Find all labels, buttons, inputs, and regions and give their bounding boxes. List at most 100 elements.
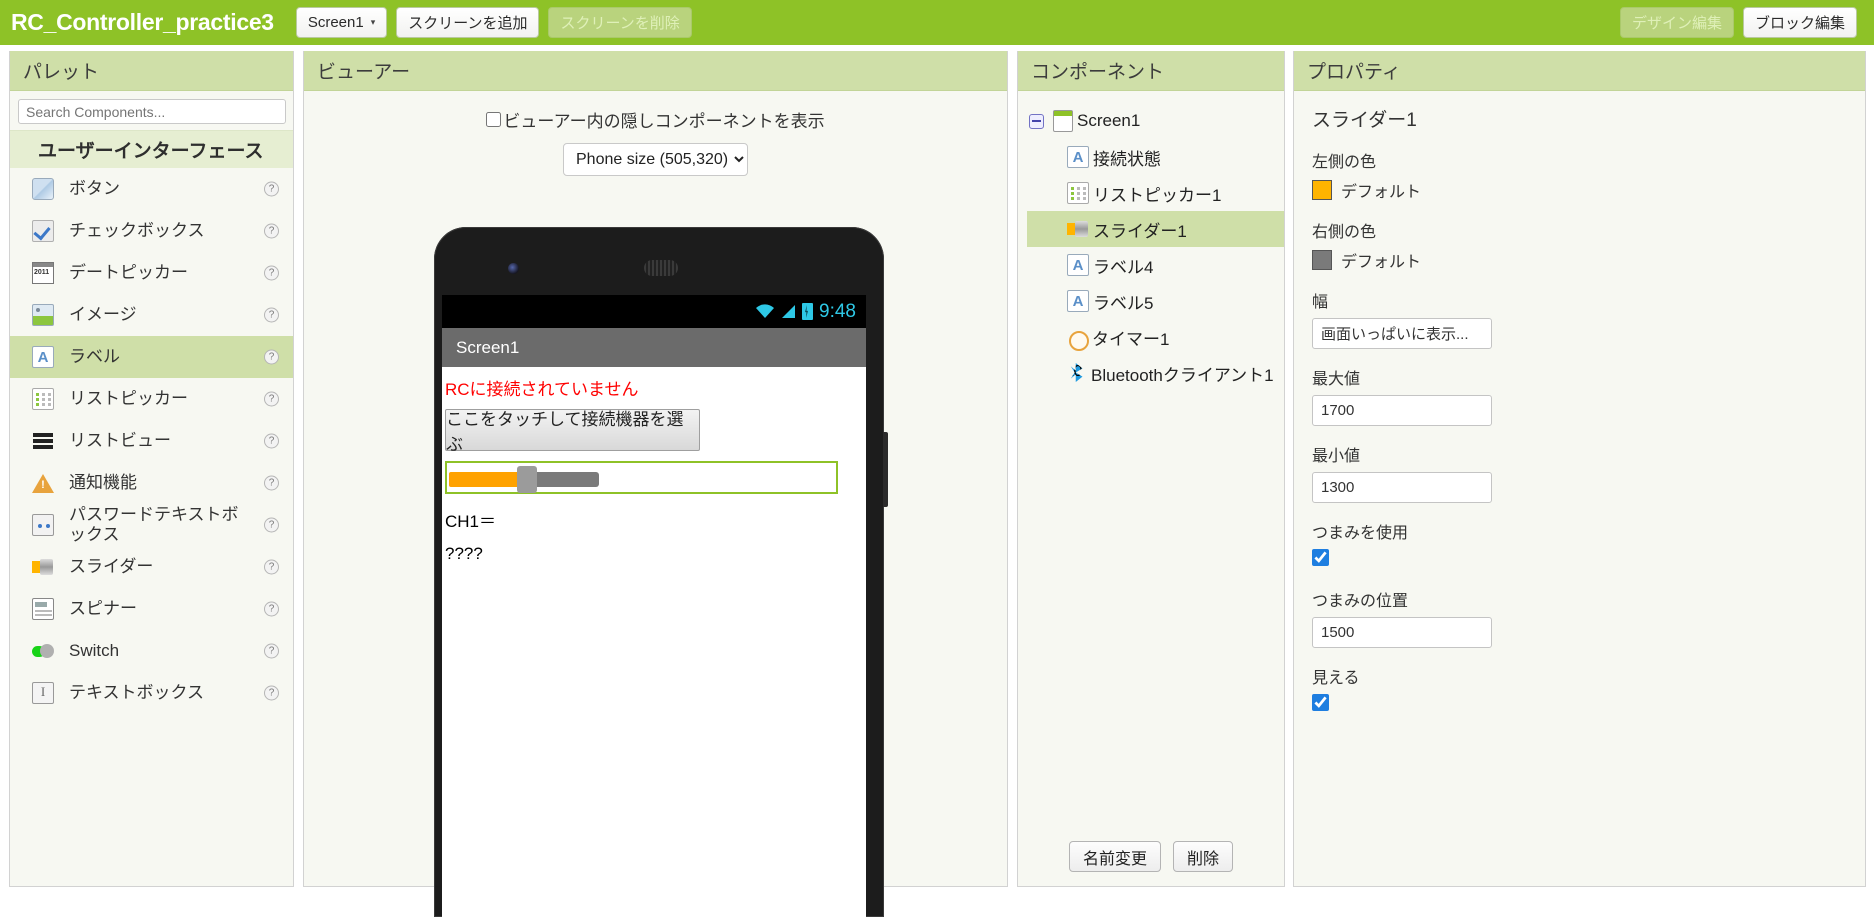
- palette-item-button[interactable]: ボタン ?: [10, 168, 293, 210]
- label-icon: [32, 346, 54, 368]
- palette-item-spinner[interactable]: スピナー ?: [10, 588, 293, 630]
- palette-item-label: イメージ: [69, 304, 137, 324]
- rename-button[interactable]: 名前変更: [1068, 841, 1161, 872]
- help-icon[interactable]: ?: [264, 265, 279, 281]
- slider-thumb[interactable]: [517, 466, 537, 493]
- collapse-toggle-icon[interactable]: [1029, 113, 1044, 129]
- tree-item-connection-status[interactable]: 接続状態: [1027, 139, 1284, 175]
- property-label: 幅: [1312, 294, 1329, 311]
- color-swatch: [1312, 250, 1332, 270]
- slider-icon: [32, 556, 54, 578]
- tree-item-label: Bluetoothクライアント1: [1091, 365, 1274, 385]
- palette-header: パレット: [10, 51, 293, 91]
- tree-item-listpicker1[interactable]: リストピッカー1: [1027, 175, 1284, 211]
- editor-mode-switcher: デザイン編集 ブロック編集: [1619, 7, 1866, 38]
- tree-item-slider1[interactable]: スライダー1: [1027, 211, 1284, 247]
- app-content-area: RCに接続されていません ここをタッチして接続機器を選ぶ CH1＝ ????: [442, 367, 866, 917]
- tree-item-label5[interactable]: ラベル5: [1027, 283, 1284, 319]
- help-icon[interactable]: ?: [264, 349, 279, 365]
- property-right-color: 右側の色 デフォルト: [1294, 202, 1865, 272]
- palette-item-label: リストビュー: [69, 430, 171, 450]
- show-hidden-components-checkbox[interactable]: [486, 112, 502, 127]
- palette-item-label: 通知機能: [69, 472, 137, 492]
- label5-value: ????: [445, 544, 483, 563]
- tree-item-label: リストピッカー1: [1093, 185, 1222, 205]
- search-input[interactable]: [18, 99, 286, 124]
- right-color-picker[interactable]: デフォルト: [1312, 248, 1865, 272]
- camera-icon: [508, 263, 519, 274]
- slider-component[interactable]: [445, 461, 838, 494]
- help-icon[interactable]: ?: [264, 517, 279, 533]
- min-value-field[interactable]: [1312, 472, 1492, 503]
- tree-item-label4[interactable]: ラベル4: [1027, 247, 1284, 283]
- preview-size-select[interactable]: Phone size (505,320): [563, 143, 748, 176]
- delete-button[interactable]: 削除: [1173, 841, 1234, 872]
- status-bar-time: 9:48: [819, 300, 856, 322]
- help-icon[interactable]: ?: [264, 601, 279, 617]
- help-icon[interactable]: ?: [264, 307, 279, 323]
- speaker-grille-icon: [644, 260, 678, 276]
- screen-selector-dropdown[interactable]: Screen1 ▾: [295, 7, 388, 38]
- help-icon[interactable]: ?: [264, 181, 279, 197]
- chevron-down-icon: ▾: [370, 17, 376, 27]
- help-icon[interactable]: ?: [264, 391, 279, 407]
- tree-item-bluetoothclient1[interactable]: Bluetoothクライアント1: [1027, 355, 1284, 391]
- datepicker-icon: [32, 262, 54, 284]
- help-icon[interactable]: ?: [264, 559, 279, 575]
- blocks-tab-button[interactable]: ブロック編集: [1742, 7, 1857, 38]
- slider-left-track: [449, 472, 523, 487]
- palette-item-label: ボタン: [69, 178, 120, 198]
- palette-item-password-textbox[interactable]: パスワードテキストボックス ?: [10, 504, 293, 546]
- selected-component-name: スライダー1: [1312, 110, 1417, 131]
- tree-item-label: ラベル4: [1093, 257, 1154, 277]
- property-min-value: 最小値: [1294, 426, 1865, 503]
- components-header: コンポーネント: [1018, 51, 1284, 91]
- button-icon: [32, 178, 54, 200]
- palette-item-image[interactable]: イメージ ?: [10, 294, 293, 336]
- palette-item-listview[interactable]: リストビュー ?: [10, 420, 293, 462]
- listpicker-button[interactable]: ここをタッチして接続機器を選ぶ: [445, 409, 700, 454]
- palette-item-textbox[interactable]: テキストボックス ?: [10, 672, 293, 714]
- color-value-label: デフォルト: [1341, 254, 1422, 271]
- palette-category-user-interface[interactable]: ユーザーインターフェース: [10, 130, 293, 168]
- tree-item-screen1[interactable]: Screen1: [1027, 103, 1284, 139]
- listpicker-icon: [1067, 182, 1089, 204]
- tree-item-timer1[interactable]: タイマー1: [1027, 319, 1284, 355]
- project-title: RC_Controller_practice3: [11, 9, 274, 35]
- thumb-position-field[interactable]: [1312, 617, 1492, 648]
- palette-item-slider[interactable]: スライダー ?: [10, 546, 293, 588]
- help-icon[interactable]: ?: [264, 643, 279, 659]
- palette-item-label: チェックボックス: [69, 220, 205, 240]
- help-icon[interactable]: ?: [264, 433, 279, 449]
- palette-item-datepicker[interactable]: デートピッカー ?: [10, 252, 293, 294]
- palette-item-checkbox[interactable]: チェックボックス ?: [10, 210, 293, 252]
- palette-item-notifier[interactable]: 通知機能 ?: [10, 462, 293, 504]
- wifi-icon: [755, 304, 775, 319]
- property-label: 右側の色: [1312, 224, 1377, 241]
- android-status-bar: 9:48: [442, 295, 866, 328]
- property-thumb-position: つまみの位置: [1294, 571, 1865, 648]
- left-color-picker[interactable]: デフォルト: [1312, 178, 1865, 202]
- visible-checkbox[interactable]: [1312, 694, 1329, 711]
- palette-item-listpicker[interactable]: リストピッカー ?: [10, 378, 293, 420]
- max-value-field[interactable]: [1312, 395, 1492, 426]
- palette-item-label-component[interactable]: ラベル ?: [10, 336, 293, 378]
- width-field[interactable]: [1312, 318, 1492, 349]
- tree-item-label: スライダー1: [1093, 221, 1187, 241]
- palette-panel: パレット ユーザーインターフェース ボタン ? チェックボックス ? デートピッ…: [9, 51, 294, 887]
- help-icon[interactable]: ?: [264, 475, 279, 491]
- thumb-enabled-checkbox[interactable]: [1312, 549, 1329, 566]
- help-icon[interactable]: ?: [264, 223, 279, 239]
- slider-icon: [1067, 218, 1089, 240]
- show-hidden-components-label: ビューアー内の隠しコンポーネントを表示: [503, 112, 825, 131]
- palette-item-label: ラベル: [69, 346, 120, 366]
- palette-item-switch[interactable]: Switch ?: [10, 630, 293, 672]
- component-action-buttons: 名前変更 削除: [1018, 841, 1284, 872]
- bluetooth-icon: [1067, 362, 1087, 384]
- add-screen-button[interactable]: スクリーンを追加: [396, 7, 540, 38]
- switch-icon: [32, 640, 54, 662]
- phone-screen: 9:48 Screen1 RCに接続されていません ここをタッチして接続機器を選…: [442, 295, 866, 917]
- palette-item-label: スライダー: [69, 556, 154, 576]
- help-icon[interactable]: ?: [264, 685, 279, 701]
- palette-item-label: Switch: [69, 640, 120, 660]
